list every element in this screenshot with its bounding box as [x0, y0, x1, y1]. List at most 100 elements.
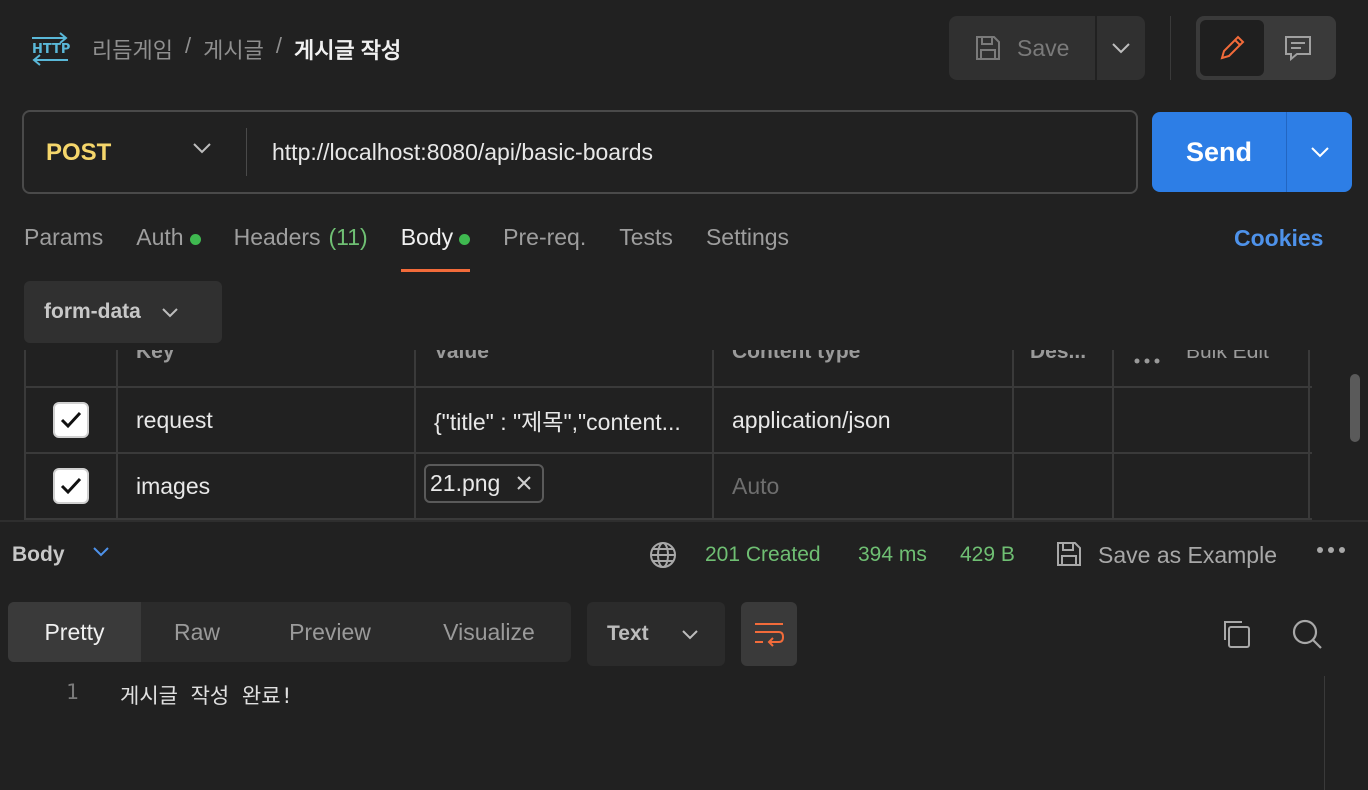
- key-cell[interactable]: request: [116, 388, 414, 452]
- tab-params[interactable]: Params: [24, 224, 103, 272]
- response-format-select[interactable]: Text: [587, 602, 725, 666]
- save-as-example-button[interactable]: Save as Example: [1098, 542, 1277, 569]
- header-description: Des...: [1012, 350, 1112, 386]
- cookies-link[interactable]: Cookies: [1234, 225, 1323, 252]
- active-indicator-dot: [189, 234, 201, 245]
- breadcrumb-item-folder[interactable]: 게시글: [203, 33, 264, 65]
- tab-label: Tests: [619, 224, 673, 250]
- tab-preview[interactable]: Preview: [253, 602, 407, 662]
- more-icon[interactable]: [1134, 358, 1160, 364]
- save-group: Save: [949, 16, 1145, 80]
- url-input[interactable]: http://localhost:8080/api/basic-boards: [272, 139, 653, 166]
- copy-icon[interactable]: [1220, 618, 1252, 650]
- search-icon[interactable]: [1291, 618, 1323, 650]
- format-label: Text: [607, 622, 649, 645]
- globe-icon[interactable]: [648, 540, 678, 570]
- tab-label: Settings: [705, 224, 790, 250]
- status-badge[interactable]: 201 Created: [705, 543, 821, 567]
- header-content-type: Content type: [712, 350, 1012, 386]
- header: HTTP 리듬게임 / 게시글 / 게시글 작성 Save: [0, 0, 1368, 96]
- headers-count: (11): [328, 224, 368, 250]
- url-divider: [246, 128, 247, 176]
- chevron-down-icon[interactable]: [92, 546, 110, 557]
- save-icon: [1054, 539, 1084, 569]
- save-label: Save: [1017, 34, 1070, 61]
- edit-mode-button[interactable]: [1200, 20, 1264, 76]
- tab-label: Body: [400, 224, 454, 250]
- response-size[interactable]: 429 B: [960, 543, 1015, 567]
- response-divider[interactable]: [0, 520, 1368, 522]
- view-mode-toggle: [1196, 16, 1336, 80]
- chevron-down-icon[interactable]: [192, 142, 212, 154]
- actions-cell: [1112, 388, 1310, 452]
- body-type-label: form-data: [44, 300, 141, 323]
- chevron-down-icon: [681, 629, 699, 640]
- request-url-bar: POST http://localhost:8080/api/basic-boa…: [22, 110, 1138, 194]
- breadcrumb-separator: /: [275, 33, 282, 58]
- more-icon[interactable]: [1316, 546, 1346, 554]
- response-view-tabs: Pretty Raw Preview Visualize: [8, 602, 571, 662]
- response-section-select[interactable]: Body: [12, 543, 65, 567]
- tab-visualize[interactable]: Visualize: [407, 602, 571, 662]
- tab-prereq[interactable]: Pre-req.: [503, 224, 586, 272]
- send-group: Send: [1152, 112, 1352, 192]
- row-checkbox[interactable]: [53, 468, 89, 504]
- editor-ruler: [1324, 676, 1325, 790]
- body-type-select[interactable]: form-data: [24, 281, 222, 343]
- send-dropdown-button[interactable]: [1287, 112, 1352, 192]
- value-cell: 21.png: [414, 454, 712, 518]
- breadcrumb-current[interactable]: 게시글 작성: [294, 33, 401, 65]
- wrap-text-icon: [753, 620, 785, 648]
- save-dropdown-button[interactable]: [1097, 16, 1145, 80]
- content-type-cell[interactable]: application/json: [712, 388, 1012, 452]
- save-button[interactable]: Save: [949, 16, 1095, 80]
- comments-button[interactable]: [1264, 20, 1332, 76]
- chevron-down-icon: [1111, 42, 1131, 54]
- tab-label: Auth: [136, 224, 184, 250]
- tab-raw[interactable]: Raw: [141, 602, 253, 662]
- table-row: request {"title" : "제목","content... appl…: [24, 388, 1312, 454]
- form-data-table: Key Value Content type Des... Bulk Edit …: [24, 350, 1312, 520]
- header-check-cell: [24, 350, 116, 386]
- pencil-icon: [1217, 33, 1247, 63]
- tab-body[interactable]: Body: [400, 224, 471, 272]
- bulk-edit-button[interactable]: Bulk Edit: [1186, 350, 1269, 364]
- http-request-icon: HTTP: [30, 30, 70, 66]
- breadcrumb: 리듬게임 / 게시글 / 게시글 작성: [92, 33, 401, 65]
- save-icon: [973, 33, 1003, 63]
- response-time[interactable]: 394 ms: [858, 543, 927, 567]
- value-cell[interactable]: {"title" : "제목","content...: [414, 388, 712, 452]
- row-checkbox[interactable]: [53, 402, 89, 438]
- header-key: Key: [116, 350, 414, 386]
- header-actions: Bulk Edit: [1112, 350, 1310, 386]
- tab-settings[interactable]: Settings: [706, 224, 789, 272]
- key-cell[interactable]: images: [116, 454, 414, 518]
- tab-label: Pre-req.: [503, 224, 587, 250]
- send-button[interactable]: Send: [1152, 112, 1286, 192]
- description-cell[interactable]: [1012, 388, 1112, 452]
- table-scrollbar[interactable]: [1350, 374, 1360, 442]
- comment-icon: [1283, 33, 1313, 63]
- svg-text:HTTP: HTTP: [32, 42, 70, 57]
- row-check-cell: [24, 454, 116, 518]
- chevron-down-icon: [161, 307, 179, 318]
- content-type-cell[interactable]: Auto: [712, 454, 1012, 518]
- toolbar-divider: [1170, 16, 1171, 80]
- tab-label: Params: [24, 224, 104, 250]
- tab-auth[interactable]: Auth: [136, 224, 201, 272]
- line-number: 1: [66, 680, 79, 704]
- header-value: Value: [414, 350, 712, 386]
- wrap-lines-button[interactable]: [741, 602, 797, 666]
- method-select[interactable]: POST: [46, 139, 111, 167]
- breadcrumb-item-collection[interactable]: 리듬게임: [92, 33, 173, 65]
- table-header-row: Key Value Content type Des... Bulk Edit: [24, 350, 1312, 388]
- actions-cell: [1112, 454, 1310, 518]
- line-text[interactable]: 게시글 작성 완료!: [120, 680, 293, 710]
- close-icon[interactable]: [516, 475, 532, 491]
- tab-label: Headers: [233, 224, 321, 250]
- description-cell[interactable]: [1012, 454, 1112, 518]
- tab-tests[interactable]: Tests: [619, 224, 673, 272]
- tab-headers[interactable]: Headers (11): [234, 224, 368, 272]
- response-code-line: 1 게시글 작성 완료!: [0, 676, 1324, 710]
- tab-pretty[interactable]: Pretty: [8, 602, 141, 662]
